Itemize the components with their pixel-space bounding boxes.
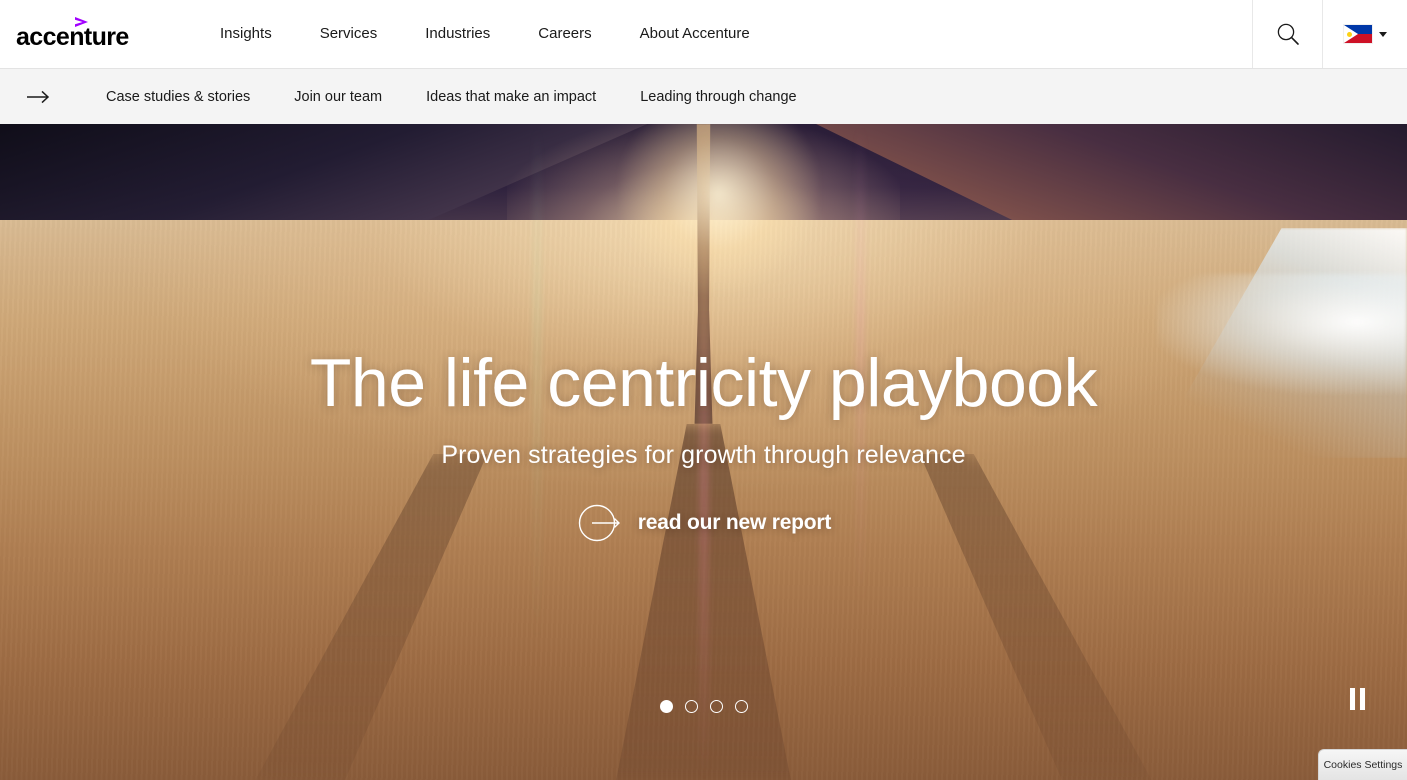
carousel-dot-1[interactable] — [659, 700, 673, 713]
pause-icon — [1349, 688, 1355, 710]
nav-item-about-accenture[interactable]: About Accenture — [616, 0, 774, 68]
secondary-navigation: Case studies & stories Join our team Ide… — [0, 68, 1407, 124]
cookies-settings-button[interactable]: Cookies Settings — [1318, 749, 1407, 780]
primary-navigation: Insights Services Industries Careers Abo… — [196, 0, 774, 68]
philippines-flag-icon — [1343, 25, 1372, 43]
carousel-dot-3[interactable] — [709, 700, 723, 713]
read-report-label: read our new report — [637, 511, 832, 535]
greater-than-caret-icon — [74, 16, 90, 29]
pause-icon-bar-2 — [1359, 688, 1365, 710]
carousel-pause-button[interactable] — [1343, 686, 1371, 712]
accenture-logo[interactable]: accenture — [16, 14, 129, 54]
hero-content: The life centricity playbook Proven stra… — [0, 124, 1407, 551]
subnav-item-case-studies-stories[interactable]: Case studies & stories — [84, 89, 272, 105]
hero-subtitle: Proven strategies for growth through rel… — [441, 441, 966, 470]
search-button[interactable] — [1252, 0, 1322, 68]
accenture-homepage: accenture Insights Services Industries C… — [0, 0, 1407, 780]
carousel-dot-4[interactable] — [734, 700, 748, 713]
chevron-down-icon — [1378, 31, 1387, 37]
logo-wordmark: accenture — [16, 23, 129, 51]
subnav-item-leading-through-change[interactable]: Leading through change — [618, 89, 818, 105]
nav-item-services[interactable]: Services — [296, 0, 402, 68]
nav-item-industries[interactable]: Industries — [401, 0, 514, 68]
nav-item-insights[interactable]: Insights — [196, 0, 296, 68]
site-header: accenture Insights Services Industries C… — [0, 0, 1407, 68]
subnav-item-list: Case studies & stories Join our team Ide… — [84, 89, 819, 105]
subnav-item-ideas-that-make-an-impact[interactable]: Ideas that make an impact — [404, 89, 618, 105]
subnav-scroll-button[interactable] — [24, 89, 54, 105]
carousel-dot-2[interactable] — [684, 700, 698, 713]
search-icon — [1275, 21, 1301, 47]
header-utilities — [1252, 0, 1407, 68]
carousel-dots — [0, 700, 1407, 713]
arrow-right-icon — [26, 89, 52, 105]
locale-selector[interactable] — [1322, 0, 1407, 68]
subnav-item-join-our-team[interactable]: Join our team — [272, 89, 404, 105]
hero-carousel: The life centricity playbook Proven stra… — [0, 124, 1407, 780]
circle-arrow-right-icon — [576, 500, 622, 546]
read-report-button[interactable]: read our new report — [576, 500, 831, 546]
nav-item-careers[interactable]: Careers — [514, 0, 615, 68]
hero-title: The life centricity playbook — [309, 345, 1098, 421]
